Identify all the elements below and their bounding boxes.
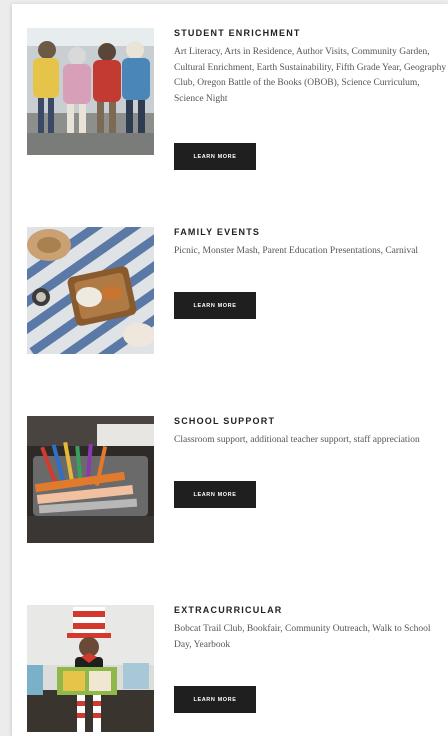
family-events-photo bbox=[27, 227, 154, 354]
card-description: Bobcat Trail Club, Bookfair, Community O… bbox=[174, 624, 431, 650]
card-title: STUDENT ENRICHMENT bbox=[174, 28, 301, 38]
card-description: Classroom support, additional teacher su… bbox=[174, 435, 420, 445]
extracurricular-photo bbox=[27, 605, 154, 732]
learn-more-button[interactable]: LEARN MORE bbox=[174, 292, 256, 319]
learn-more-button[interactable]: LEARN MORE bbox=[174, 143, 256, 170]
school-support-photo bbox=[27, 416, 154, 543]
card-description: Picnic, Monster Mash, Parent Education P… bbox=[174, 246, 419, 256]
student-enrichment-photo bbox=[27, 28, 154, 155]
card-title: EXTRACURRICULAR bbox=[174, 605, 283, 615]
learn-more-button[interactable]: LEARN MORE bbox=[174, 686, 256, 713]
page-content: STUDENT ENRICHMENT Art Literacy, Arts in… bbox=[12, 4, 448, 736]
card-description: Art Literacy, Arts in Residence, Author … bbox=[174, 47, 447, 104]
card-title: SCHOOL SUPPORT bbox=[174, 416, 276, 426]
card-title: FAMILY EVENTS bbox=[174, 227, 261, 237]
learn-more-button[interactable]: LEARN MORE bbox=[174, 481, 256, 508]
